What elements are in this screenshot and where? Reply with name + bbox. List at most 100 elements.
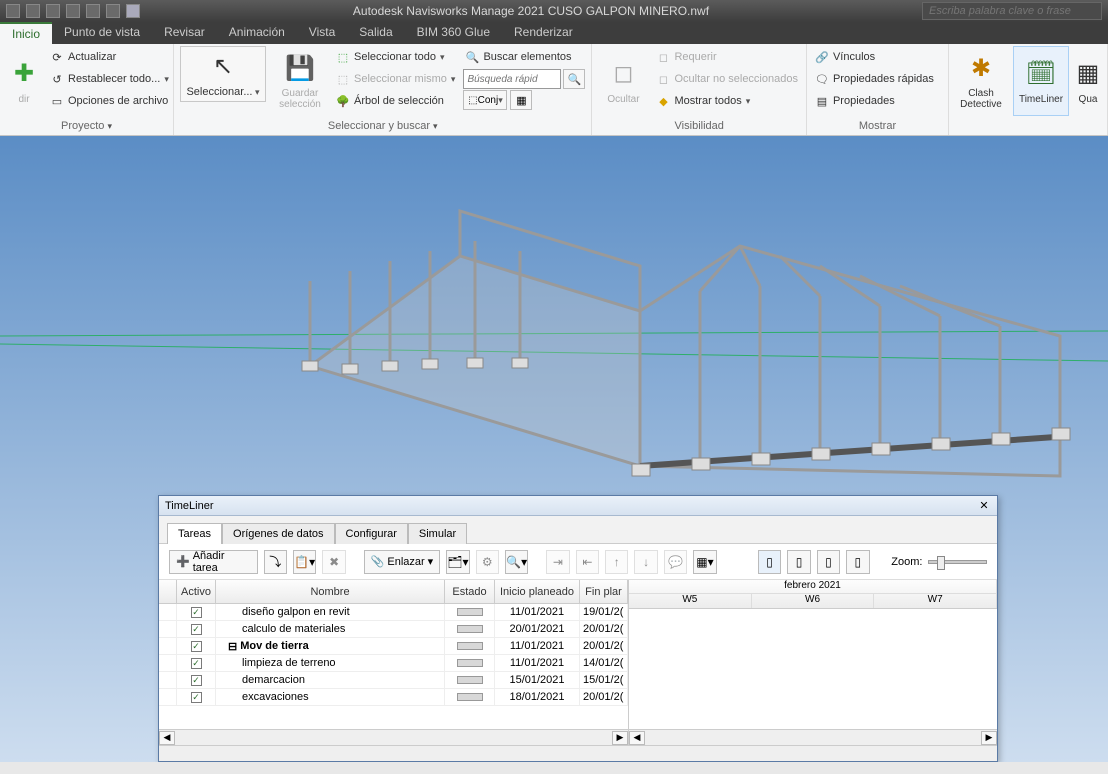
movedown-button: ↓ [634,550,657,574]
add-button[interactable]: ✚ dir [6,46,42,116]
view4-button[interactable]: ▯ [846,550,869,574]
cursor-icon: ↖ [207,50,239,82]
insert-task-button[interactable]: ⤵ [264,550,287,574]
tab-inicio[interactable]: Inicio [0,22,52,44]
tab-revisar[interactable]: Revisar [152,22,217,44]
gantt-week-label: W7 [874,594,997,608]
auto-add-button[interactable]: 📋▾ [293,550,316,574]
show-all-icon: ◆ [656,94,670,108]
status-bar-icon [457,625,483,633]
propiedades-button[interactable]: ▤Propiedades [813,90,936,112]
table-row[interactable]: ✓⊟Mov de tierra11/01/202120/01/2( [159,638,628,655]
timeliner-footer-scroll[interactable] [159,745,997,761]
timeliner-titlebar[interactable]: TimeLiner ✕ [159,496,997,516]
redo-icon[interactable] [86,4,100,18]
buscar-elementos-button[interactable]: 🔍Buscar elementos [463,46,585,68]
tab-renderizar[interactable]: Renderizar [502,22,585,44]
link-icon: 🔗 [815,50,829,64]
col-estado[interactable]: Estado [445,580,495,603]
find-items-button[interactable]: 🔍▾ [505,550,528,574]
actualizar-button[interactable]: ⟳Actualizar [48,46,171,68]
checkbox-icon[interactable]: ✓ [191,607,202,618]
prop-rapidas-button[interactable]: 🗨Propiedades rápidas [813,68,936,90]
clash-detective-button[interactable]: ✱ ClashDetective [955,46,1007,116]
table-row[interactable]: ✓limpieza de terreno11/01/202114/01/2( [159,655,628,672]
ribbon: ✚ dir ⟳Actualizar ↺Restablecer todo... ▭… [0,44,1108,136]
columns-button[interactable]: ▦▾ [693,550,716,574]
checkbox-icon[interactable]: ✓ [191,641,202,652]
group-proyecto-label[interactable]: Proyecto [6,117,167,135]
vinculos-button[interactable]: 🔗Vínculos [813,46,936,68]
datasource-button[interactable]: 🗂▾ [446,550,469,574]
tab-bim360[interactable]: BIM 360 Glue [405,22,502,44]
quick-find-input[interactable] [463,69,561,89]
arbol-seleccion-button[interactable]: 🌳Árbol de selección [334,90,457,112]
quick-access-toolbar [6,4,140,18]
timeliner-button[interactable]: 🗓 TimeLiner [1013,46,1069,116]
col-nombre[interactable]: Nombre [216,580,445,603]
add-task-button[interactable]: ➕Añadir tarea [169,550,258,574]
restablecer-button[interactable]: ↺Restablecer todo... [48,68,171,90]
help-search-input[interactable] [922,2,1102,20]
table-row[interactable]: ✓excavaciones18/01/202120/01/2( [159,689,628,706]
refresh-icon[interactable] [106,4,120,18]
save-icon[interactable] [46,4,60,18]
group-seleccionar-label[interactable]: Seleccionar y buscar [180,117,585,135]
tree-icon: 🌳 [336,94,350,108]
task-hscroll[interactable]: ◀ ▶ [159,729,628,745]
status-bar-icon [457,659,483,667]
attach-button[interactable]: 📎Enlazar▾ [364,550,441,574]
tl-tab-tareas[interactable]: Tareas [167,523,222,544]
tab-animacion[interactable]: Animación [217,22,297,44]
tab-salida[interactable]: Salida [347,22,404,44]
seleccionar-todo-button[interactable]: ⬚Seleccionar todo [334,46,457,68]
zoom-slider[interactable] [928,560,986,564]
indent-button: ⇥ [546,550,569,574]
collapse-icon[interactable]: ⊟ [228,640,237,653]
gantt-hscroll[interactable]: ◀ ▶ [629,729,997,745]
search-icon: 🔍 [465,50,479,64]
scroll-left-icon[interactable]: ◀ [159,731,175,745]
status-bar-icon [457,676,483,684]
checkbox-icon[interactable]: ✓ [191,624,202,635]
checkbox-icon[interactable]: ✓ [191,692,202,703]
find-go-button[interactable]: 🔍 [563,69,585,89]
seleccionar-button[interactable]: ↖ Seleccionar... [180,46,266,102]
scroll-right-icon[interactable]: ▶ [612,731,628,745]
app-menu-icon[interactable] [6,4,20,18]
status-bar-icon [457,642,483,650]
col-activo[interactable]: Activo [177,580,216,603]
mostrar-todos-button[interactable]: ◆Mostrar todos [654,90,800,112]
tab-vista[interactable]: Vista [297,22,347,44]
view3-button[interactable]: ▯ [817,550,840,574]
sets-extra-button[interactable]: ▦ [510,90,532,110]
timeliner-icon: 🗓 [1025,58,1057,90]
undo-icon[interactable] [66,4,80,18]
conjuntos-button[interactable]: ⬚Conj [463,90,507,110]
view2-button[interactable]: ▯ [787,550,810,574]
checkbox-icon[interactable]: ✓ [191,675,202,686]
status-bar-icon [457,693,483,701]
file-options-icon: ▭ [50,94,64,108]
tl-tab-origenes[interactable]: Orígenes de datos [222,523,335,544]
table-row[interactable]: ✓calculo de materiales20/01/202120/01/2( [159,621,628,638]
select-icon[interactable] [126,4,140,18]
quantification-button[interactable]: ▦ Qua [1075,46,1101,116]
open-icon[interactable] [26,4,40,18]
table-row[interactable]: ✓diseño galpon en revit11/01/202119/01/2… [159,604,628,621]
opciones-archivo-button[interactable]: ▭Opciones de archivo [48,90,171,112]
tl-tab-simular[interactable]: Simular [408,523,467,544]
tl-tab-configurar[interactable]: Configurar [335,523,408,544]
gantt-chart[interactable]: febrero 2021 W5W6W7 ◀ ▶ [629,580,997,745]
scroll-right-icon[interactable]: ▶ [981,731,997,745]
col-inicio[interactable]: Inicio planeado [495,580,580,603]
col-fin[interactable]: Fin plar [580,580,628,603]
view1-button[interactable]: ▯ [758,550,781,574]
table-row[interactable]: ✓demarcacion15/01/202115/01/2( [159,672,628,689]
quant-icon: ▦ [1072,58,1104,90]
close-icon[interactable]: ✕ [977,499,991,513]
checkbox-icon[interactable]: ✓ [191,658,202,669]
requerir-button: ◻Requerir [654,46,800,68]
tab-punto-de-vista[interactable]: Punto de vista [52,22,152,44]
scroll-left-icon[interactable]: ◀ [629,731,645,745]
